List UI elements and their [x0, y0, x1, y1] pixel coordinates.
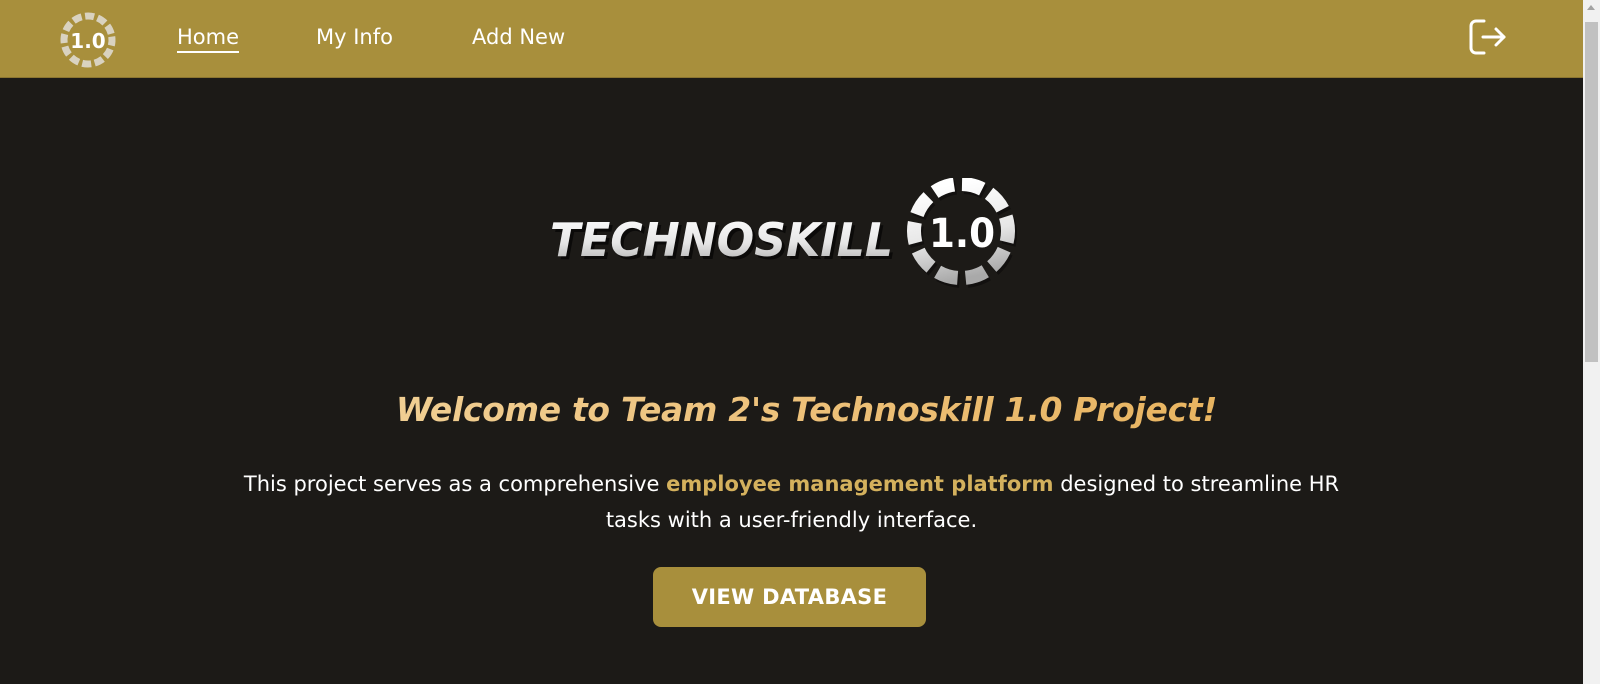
- hero-logo-badge-text: 1.0: [929, 211, 995, 257]
- nav-add-new[interactable]: Add New: [472, 25, 565, 49]
- page: 1.0 Home My Info Add New TECHNOSKILL TEC…: [0, 0, 1600, 684]
- description-text-start: This project serves as a comprehensive: [243, 472, 667, 496]
- project-description: This project serves as a comprehensive e…: [230, 466, 1353, 538]
- nav-home[interactable]: Home: [177, 25, 240, 53]
- scroll-thumb[interactable]: [1585, 22, 1598, 362]
- vertical-scrollbar[interactable]: [1583, 0, 1600, 684]
- logout-icon[interactable]: [1467, 17, 1509, 57]
- view-database-button[interactable]: VIEW DATABASE: [653, 567, 926, 627]
- description-highlight: employee management platform: [666, 472, 1054, 496]
- hero-wordmark: TECHNOSKILL: [550, 213, 893, 267]
- top-navbar: 1.0 Home My Info Add New: [0, 0, 1583, 78]
- scroll-up-arrow-icon[interactable]: [1587, 5, 1595, 10]
- nav-logo[interactable]: 1.0: [58, 10, 118, 70]
- hero-logo: TECHNOSKILL TECHNOSKILL 1.0: [550, 178, 1017, 288]
- welcome-heading: Welcome to Team 2's Technoskill 1.0 Proj…: [0, 390, 1583, 429]
- nav-my-info[interactable]: My Info: [316, 25, 393, 49]
- nav-logo-badge-text: 1.0: [70, 29, 105, 53]
